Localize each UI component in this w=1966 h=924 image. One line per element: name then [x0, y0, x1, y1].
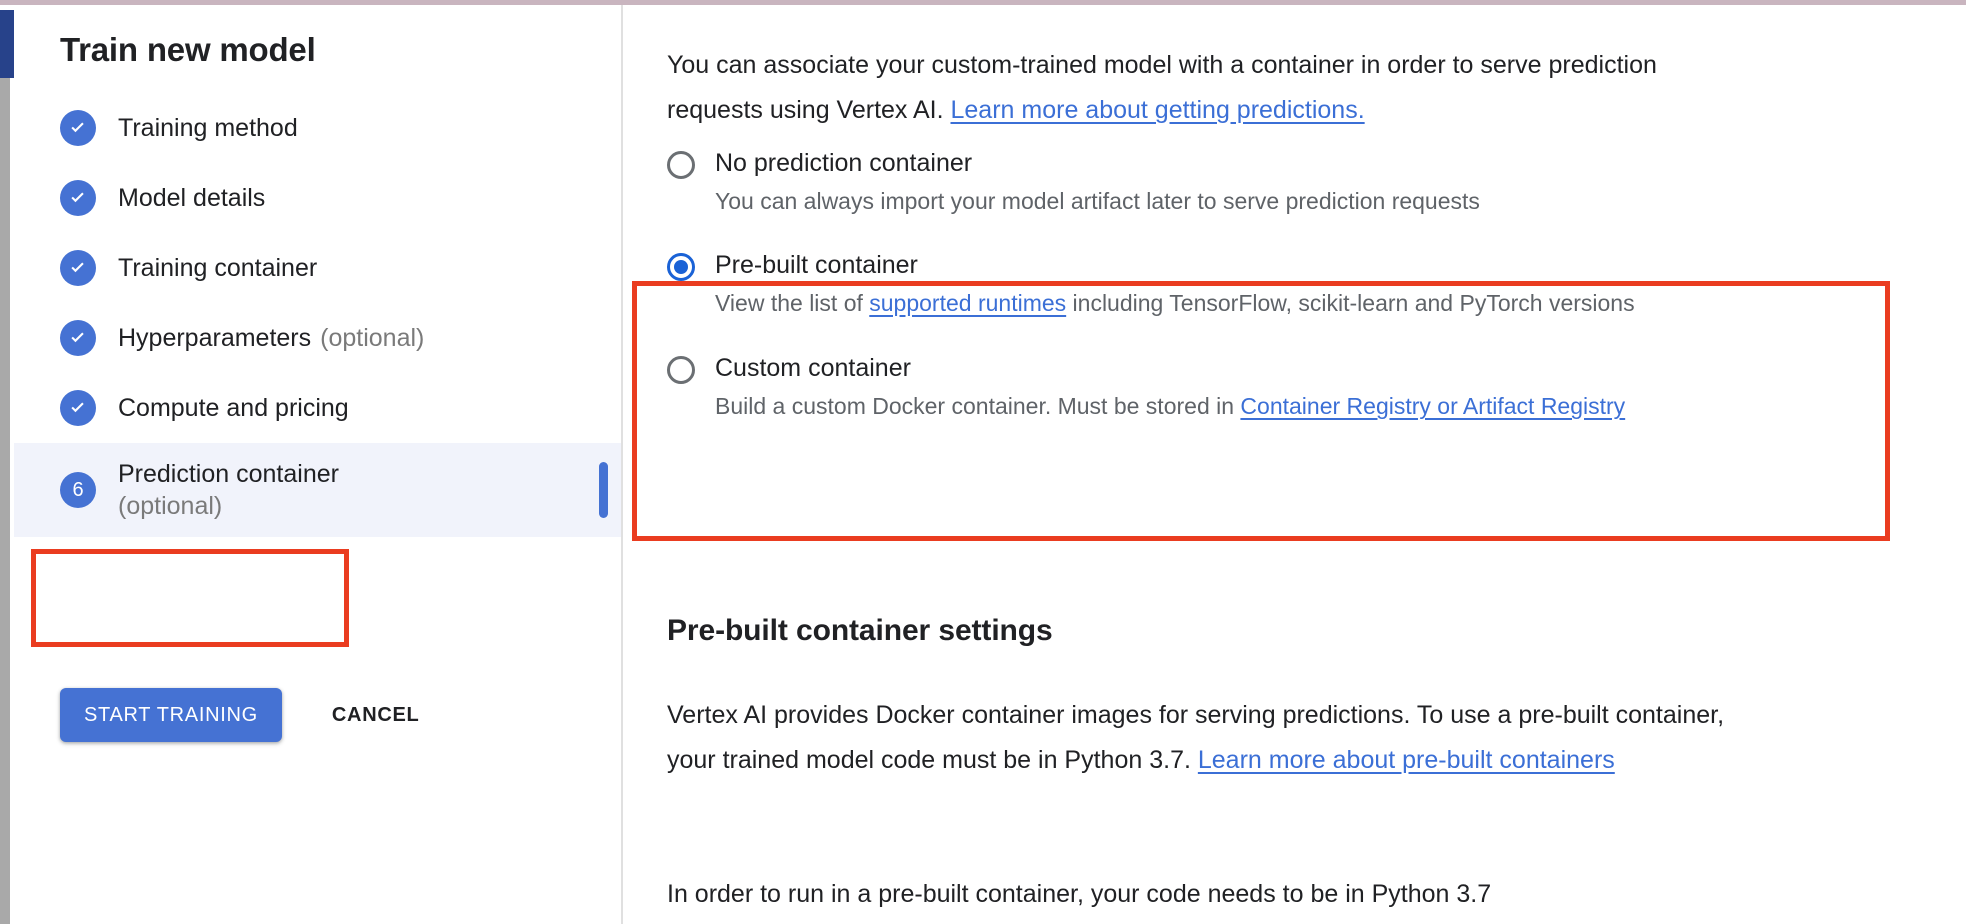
sidebar-item-compute-and-pricing[interactable]: Compute and pricing — [14, 373, 622, 443]
option-description: You can always import your model artifac… — [715, 182, 1480, 220]
start-training-button[interactable]: START TRAINING — [60, 688, 282, 742]
sidebar-item-label: Hyperparameters — [118, 324, 311, 353]
check-circle-icon — [60, 180, 96, 216]
option-title: Custom container — [715, 353, 1625, 383]
wizard-action-buttons: START TRAINING CANCEL — [60, 688, 429, 742]
container-registry-link[interactable]: Container Registry or Artifact Registry — [1240, 393, 1625, 419]
sidebar-item-label: Prediction container — [118, 458, 339, 490]
option-description-text: Build a custom Docker container. Must be… — [715, 393, 1240, 419]
option-description: View the list of supported runtimes incl… — [715, 284, 1635, 322]
sidebar-item-label: Training container — [118, 254, 317, 283]
intro-paragraph: You can associate your custom-trained mo… — [667, 43, 1727, 133]
option-text: Custom container Build a custom Docker c… — [715, 353, 1625, 425]
option-description-text: View the list of — [715, 290, 869, 316]
background-blue-accent — [0, 10, 14, 78]
check-circle-icon — [60, 320, 96, 356]
option-custom-container[interactable]: Custom container Build a custom Docker c… — [667, 353, 1625, 425]
sidebar-item-label: Training method — [118, 114, 298, 143]
radio-custom-container[interactable] — [667, 356, 695, 384]
check-circle-icon — [60, 110, 96, 146]
option-text: Pre-built container View the list of sup… — [715, 250, 1635, 322]
sidebar-item-training-method[interactable]: Training method — [14, 93, 622, 163]
sidebar-item-optional-tag: (optional) — [320, 324, 424, 353]
option-title: No prediction container — [715, 148, 1480, 178]
section-body-paragraph: Vertex AI provides Docker container imag… — [667, 693, 1757, 783]
wizard-sidebar: Train new model Training method Model de… — [14, 5, 622, 924]
sidebar-item-text: Prediction container (optional) — [118, 458, 339, 522]
option-no-prediction-container[interactable]: No prediction container You can always i… — [667, 148, 1480, 220]
section-heading: Pre-built container settings — [667, 614, 1053, 648]
supported-runtimes-link[interactable]: supported runtimes — [869, 290, 1066, 316]
option-description: Build a custom Docker container. Must be… — [715, 387, 1625, 425]
sidebar-item-label: Compute and pricing — [118, 394, 349, 423]
option-description-text-after: including TensorFlow, scikit-learn and P… — [1066, 290, 1634, 316]
sidebar-item-optional-tag: (optional) — [118, 490, 339, 522]
option-text: No prediction container You can always i… — [715, 148, 1480, 220]
sidebar-item-label: Model details — [118, 184, 265, 213]
wizard-step-list: Training method Model details Training c… — [14, 93, 622, 537]
check-circle-icon — [60, 250, 96, 286]
learn-more-predictions-link[interactable]: Learn more about getting predictions. — [951, 96, 1365, 124]
prediction-container-form: You can associate your custom-trained mo… — [623, 5, 1966, 924]
screen-root: Train new model Training method Model de… — [0, 0, 1966, 924]
step-number-badge: 6 — [60, 472, 96, 508]
radio-no-prediction-container[interactable] — [667, 151, 695, 179]
section-note: In order to run in a pre-built container… — [667, 872, 1757, 917]
sidebar-item-hyperparameters[interactable]: Hyperparameters (optional) — [14, 303, 622, 373]
page-title: Train new model — [60, 31, 316, 69]
sidebar-item-prediction-container[interactable]: 6 Prediction container (optional) — [14, 443, 622, 537]
active-step-indicator — [599, 462, 608, 518]
option-title: Pre-built container — [715, 250, 1635, 280]
background-grey-column — [0, 78, 10, 924]
step-number-label: 6 — [72, 480, 83, 500]
learn-more-prebuilt-containers-link[interactable]: Learn more about pre-built containers — [1198, 746, 1615, 774]
background-page-sliver — [0, 5, 14, 924]
cancel-button[interactable]: CANCEL — [322, 688, 430, 742]
sidebar-item-training-container[interactable]: Training container — [14, 233, 622, 303]
option-pre-built-container[interactable]: Pre-built container View the list of sup… — [667, 250, 1635, 322]
check-circle-icon — [60, 390, 96, 426]
radio-pre-built-container[interactable] — [667, 253, 695, 281]
option-description-text: You can always import your model artifac… — [715, 188, 1480, 214]
sidebar-item-model-details[interactable]: Model details — [14, 163, 622, 233]
